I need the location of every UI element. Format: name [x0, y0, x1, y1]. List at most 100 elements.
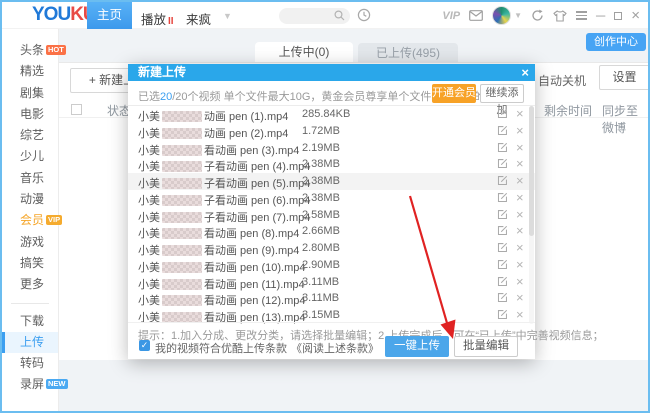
agree-text: 我的视频符合优酷上传条款 [155, 343, 287, 355]
file-row[interactable]: 小美子看动画 pen (7).mp4 2.58MB × [128, 207, 535, 224]
edit-icon[interactable] [497, 108, 508, 122]
sidebar-item[interactable]: 录屏NEW [2, 374, 58, 395]
sidebar-item-label: 音乐 [20, 171, 44, 185]
tab-uploaded[interactable]: 已上传(495) [358, 43, 458, 63]
list-scrollbar[interactable] [529, 106, 534, 324]
sidebar-item[interactable]: 少儿 [2, 146, 58, 167]
censored-block [162, 262, 202, 273]
sidebar-item[interactable]: 会员VIP [2, 210, 58, 231]
terms-link[interactable]: 《阅读上述条款》 [291, 343, 379, 355]
edit-icon[interactable] [497, 276, 508, 290]
delete-icon[interactable]: × [516, 290, 524, 305]
delete-icon[interactable]: × [516, 106, 524, 121]
sidebar-item[interactable]: 头条HOT [2, 40, 58, 61]
sidebar-item[interactable]: 综艺 [2, 125, 58, 146]
vip-label[interactable]: VIP [442, 10, 460, 22]
edit-icon[interactable] [497, 259, 508, 273]
file-name: 小美看动画 pen (12).mp4 [138, 292, 305, 308]
maximize-button[interactable] [614, 12, 622, 20]
sidebar: 头条HOT精选剧集电影综艺少儿音乐动漫会员VIP游戏搞笑更多 下载上传转码录屏N… [2, 29, 59, 411]
file-row[interactable]: 小美子看动画 pen (4).mp4 2.38MB × [128, 156, 535, 173]
file-row[interactable]: 小美看动画 pen (10).mp4 2.90MB × [128, 257, 535, 274]
sidebar-item[interactable]: 音乐 [2, 168, 58, 189]
delete-icon[interactable]: × [516, 257, 524, 272]
title-bar: YOUKU 主页 播放II 来疯 ▼ VIP ▼ [2, 2, 648, 29]
edit-icon[interactable] [497, 225, 508, 239]
nav-more-caret-icon[interactable]: ▼ [223, 11, 232, 21]
create-center-button[interactable]: 创作中心 [586, 33, 646, 51]
close-window-button[interactable]: × [631, 8, 640, 23]
file-size: 2.90MB [302, 259, 340, 271]
edit-icon[interactable] [497, 175, 508, 189]
file-row[interactable]: 小美子看动画 pen (6).mp4 2.38MB × [128, 190, 535, 207]
delete-icon[interactable]: × [516, 140, 524, 155]
scrollbar-thumb[interactable] [529, 106, 534, 236]
file-row[interactable]: 小美子看动画 pen (5).mp4 2.38MB × [128, 173, 535, 190]
file-row[interactable]: 小美看动画 pen (11).mp4 3.11MB × [128, 274, 535, 291]
sidebar-item-label: 剧集 [20, 86, 44, 100]
selected-count: 20 [160, 91, 172, 103]
sidebar-item[interactable]: 精选 [2, 61, 58, 82]
skin-theme-icon[interactable] [553, 10, 567, 22]
sidebar-item[interactable]: 游戏 [2, 232, 58, 253]
delete-icon[interactable]: × [516, 274, 524, 289]
file-name: 小美看动画 pen (3).mp4 [138, 142, 299, 158]
delete-icon[interactable]: × [516, 190, 524, 205]
message-icon[interactable] [469, 10, 483, 21]
batch-edit-button[interactable]: 批量编辑 [454, 336, 518, 357]
file-row[interactable]: 小美看动画 pen (9).mp4 2.80MB × [128, 240, 535, 257]
edit-icon[interactable] [497, 209, 508, 223]
refresh-icon[interactable] [531, 9, 544, 22]
edit-icon[interactable] [497, 292, 508, 306]
continue-add-button[interactable]: 继续添加 [480, 84, 524, 103]
search-input[interactable] [279, 8, 350, 24]
file-row[interactable]: 小美动画 pen (2).mp4 1.72MB × [128, 123, 535, 140]
dialog-info-bar: 已选20/20个视频 单个文件最大10G，黄金会员尊享单个文件最大15G的特权 … [128, 81, 535, 106]
settings-button[interactable]: 设置 [599, 65, 650, 90]
minimize-button[interactable]: ─ [596, 9, 605, 22]
nav-tab-laifeng[interactable]: 来疯 [186, 9, 211, 28]
delete-icon[interactable]: × [516, 173, 524, 188]
sidebar-item[interactable]: 电影 [2, 104, 58, 125]
file-row[interactable]: 小美动画 pen (1).mp4 285.84KB × [128, 106, 535, 123]
file-row[interactable]: 小美看动画 pen (8).mp4 2.66MB × [128, 223, 535, 240]
delete-icon[interactable]: × [516, 207, 524, 222]
sidebar-item[interactable]: 动漫 [2, 189, 58, 210]
file-row[interactable]: 小美看动画 pen (3).mp4 2.19MB × [128, 140, 535, 157]
avatar[interactable] [492, 6, 511, 25]
auto-shutdown-label[interactable]: 自动关机 [538, 72, 586, 89]
nav-tab-play[interactable]: 播放II [141, 9, 174, 28]
dialog-close-button[interactable]: × [521, 64, 529, 81]
edit-icon[interactable] [497, 125, 508, 139]
sidebar-item[interactable]: 更多 [2, 274, 58, 295]
delete-icon[interactable]: × [516, 240, 524, 255]
tab-uploading[interactable]: 上传中(0) [255, 42, 353, 62]
history-clock-icon[interactable] [357, 8, 371, 27]
censored-block [162, 145, 202, 156]
one-click-upload-button[interactable]: 一键上传 [385, 336, 449, 357]
delete-icon[interactable]: × [516, 223, 524, 238]
agree-terms-checkbox[interactable]: ✓ [139, 340, 150, 351]
edit-icon[interactable] [497, 142, 508, 156]
sidebar-item[interactable]: 转码 [2, 353, 58, 374]
select-all-checkbox[interactable] [71, 104, 82, 115]
censored-block [162, 295, 202, 306]
sidebar-item[interactable]: 下载 [2, 311, 58, 332]
main-menu-icon[interactable] [576, 9, 587, 22]
censored-block [162, 279, 202, 290]
edit-icon[interactable] [497, 192, 508, 206]
sidebar-divider [11, 303, 49, 304]
file-row[interactable]: 小美看动画 pen (12).mp4 3.11MB × [128, 290, 535, 307]
edit-icon[interactable] [497, 242, 508, 256]
censored-block [162, 228, 202, 239]
delete-icon[interactable]: × [516, 123, 524, 138]
open-vip-button[interactable]: 开通会员 [432, 84, 476, 103]
sidebar-item[interactable]: 上传 [2, 332, 58, 353]
delete-icon[interactable]: × [516, 307, 524, 322]
sidebar-item[interactable]: 剧集 [2, 83, 58, 104]
delete-icon[interactable]: × [516, 156, 524, 171]
avatar-caret-icon[interactable]: ▼ [514, 11, 522, 20]
nav-tab-home[interactable]: 主页 [87, 2, 132, 29]
edit-icon[interactable] [497, 158, 508, 172]
sidebar-item[interactable]: 搞笑 [2, 253, 58, 274]
